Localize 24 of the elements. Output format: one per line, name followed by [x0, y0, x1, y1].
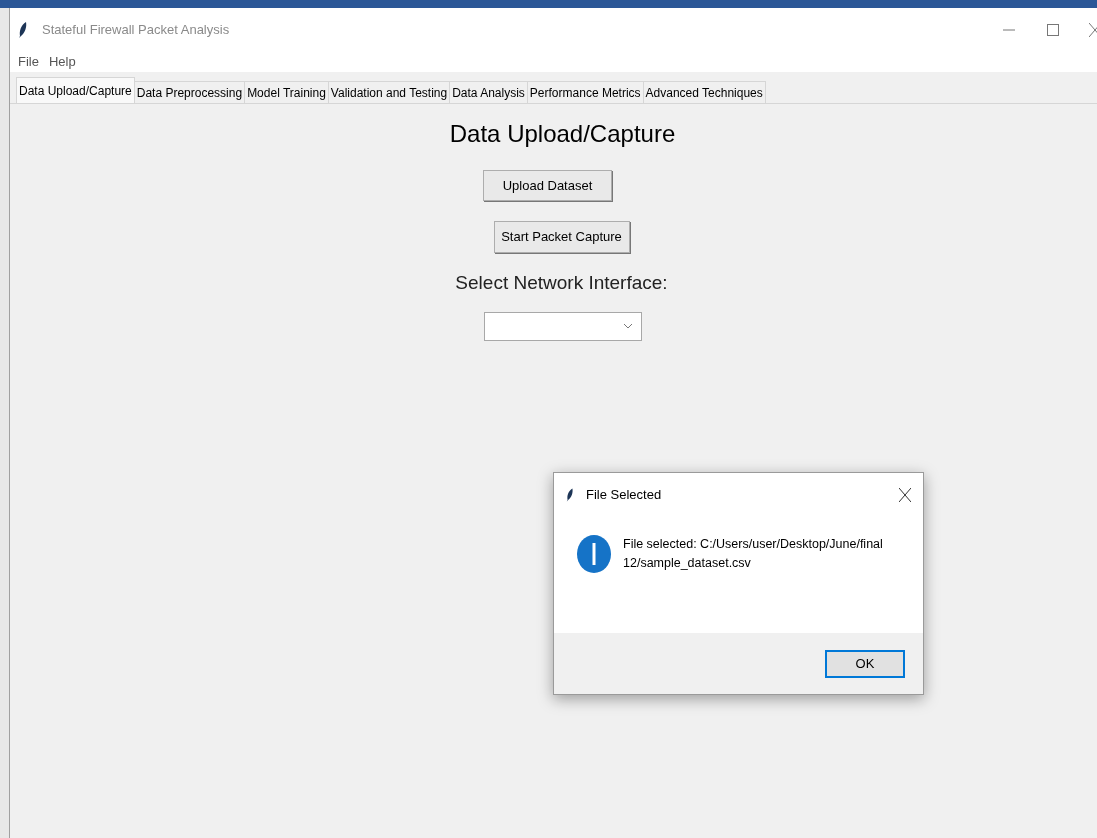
menu-item[interactable]: File [18, 52, 39, 72]
dialog-message: File selected: C:/Users/user/Desktop/June/final 12/sample_dataset.csv [623, 536, 884, 572]
tab[interactable]: Model Training [245, 81, 329, 103]
dialog-title: File Selected [586, 486, 662, 505]
tab[interactable]: Advanced Techniques [643, 81, 766, 103]
tab[interactable]: Data Upload/Capture [16, 77, 135, 103]
feather-icon [566, 487, 574, 503]
tab[interactable]: Data Analysis [450, 81, 528, 103]
tab[interactable]: Validation and Testing [328, 81, 451, 103]
feather-icon [18, 21, 28, 39]
close-icon[interactable] [899, 488, 911, 502]
chevron-icon [622, 323, 633, 329]
menu-item[interactable]: Help [48, 52, 76, 72]
window-title: Stateful Firewall Packet Analysis [42, 21, 230, 40]
ok-button[interactable]: OK [825, 649, 905, 678]
upload-dataset-button[interactable]: Upload Dataset [483, 170, 612, 201]
interface-label: Select Network Interface: [455, 271, 668, 295]
info-icon [577, 535, 611, 573]
tab[interactable]: Performance Metrics [527, 81, 644, 103]
interface-dropdown[interactable] [483, 311, 642, 341]
panel-heading: Data Upload/Capture [449, 119, 676, 149]
start-capture-button[interactable]: Start Packet Capture [493, 221, 630, 253]
tab[interactable]: Data Preprocessing [134, 81, 246, 103]
maximize-icon[interactable] [1047, 24, 1059, 36]
